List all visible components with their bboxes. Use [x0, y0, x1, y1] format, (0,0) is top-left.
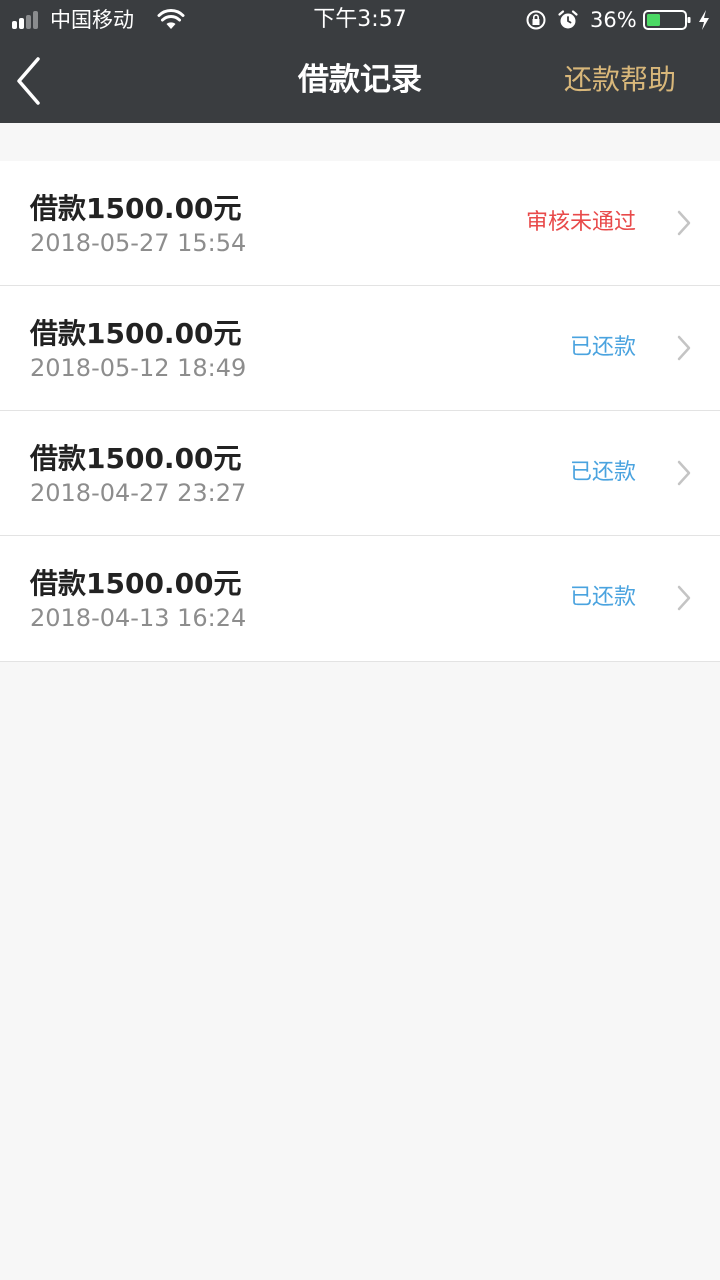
loan-datetime: 2018-05-27 15:54: [30, 229, 247, 257]
repayment-help-button[interactable]: 还款帮助: [564, 40, 676, 123]
loan-amount: 借款1500.00元: [30, 317, 242, 350]
nav-bar: 借款记录 还款帮助: [0, 40, 720, 123]
battery-percent: 36%: [590, 8, 637, 32]
loan-record-list: 借款1500.00元 2018-05-27 15:54 审核未通过 借款1500…: [0, 161, 720, 662]
alarm-icon: [558, 10, 578, 29]
loan-status: 已还款: [569, 585, 636, 610]
loan-datetime: 2018-04-27 23:27: [30, 479, 247, 507]
status-bar: 中国移动 下午3:57 36%: [0, 0, 720, 40]
chevron-right-icon: [677, 335, 691, 361]
loan-amount: 借款1500.00元: [30, 192, 242, 225]
chevron-right-icon: [677, 460, 691, 486]
loan-record-row[interactable]: 借款1500.00元 2018-04-27 23:27 已还款: [0, 411, 720, 536]
loan-datetime: 2018-04-13 16:24: [30, 604, 247, 632]
loan-status: 已还款: [569, 460, 636, 485]
back-button[interactable]: [10, 50, 54, 112]
loan-amount: 借款1500.00元: [30, 442, 242, 475]
loan-datetime: 2018-05-12 18:49: [30, 354, 247, 382]
loan-status: 审核未通过: [525, 210, 636, 235]
rotation-lock-icon: [526, 10, 546, 30]
charging-bolt-icon: [699, 10, 709, 30]
loan-status: 已还款: [569, 335, 636, 360]
chevron-left-icon: [17, 57, 40, 105]
loan-record-row[interactable]: 借款1500.00元 2018-04-13 16:24 已还款: [0, 536, 720, 661]
chevron-right-icon: [677, 210, 691, 236]
chevron-right-icon: [677, 585, 691, 611]
loan-record-row[interactable]: 借款1500.00元 2018-05-27 15:54 审核未通过: [0, 161, 720, 286]
battery-icon: [643, 10, 691, 30]
loan-amount: 借款1500.00元: [30, 567, 242, 600]
loan-record-row[interactable]: 借款1500.00元 2018-05-12 18:49 已还款: [0, 286, 720, 411]
